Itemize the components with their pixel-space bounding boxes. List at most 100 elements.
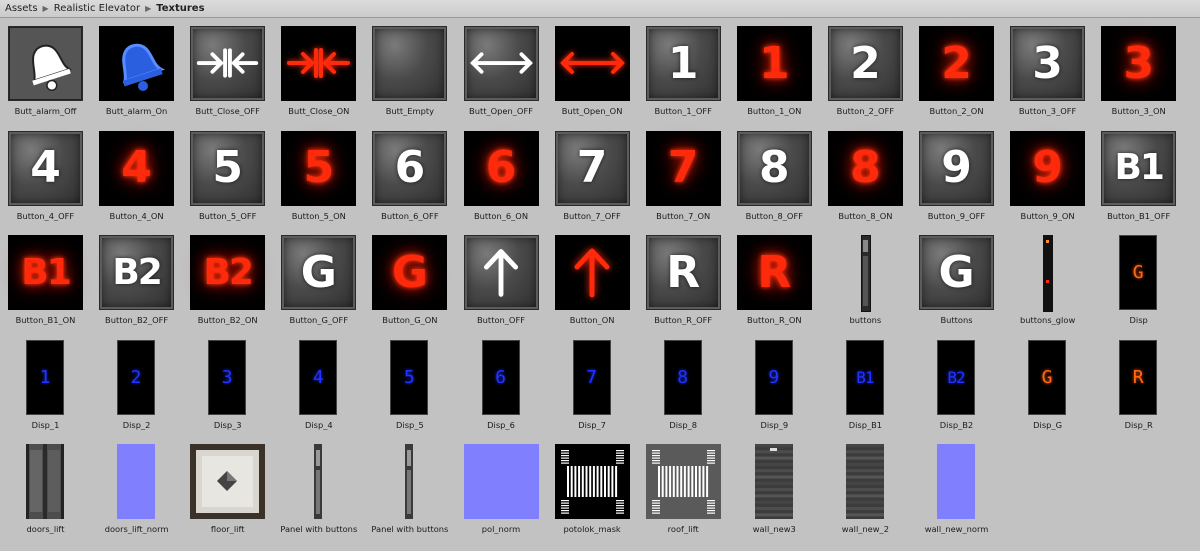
asset-label: Disp_6 [487,419,515,430]
asset-label: Disp_7 [578,419,606,430]
asset-butt-empty[interactable]: Butt_Empty [364,19,455,124]
asset-butt-alarm-off[interactable]: Butt_alarm_Off [0,19,91,124]
asset-disp-4[interactable]: 4 Disp_4 [273,333,364,438]
asset-disp[interactable]: G Disp [1093,228,1184,333]
asset-thumbnail: 1 [8,339,83,415]
asset-thumbnail: 8 [736,130,812,206]
asset-disp-r[interactable]: R Disp_R [1093,333,1184,438]
asset-label: wall_new3 [752,524,796,534]
asset-buttons[interactable]: G Buttons [911,228,1002,333]
asset-thumbnail: G [281,235,357,310]
asset-panel-with-buttons[interactable]: Panel with buttons [273,437,364,542]
asset-button-b2-off[interactable]: B2 Button_B2_OFF [91,228,182,333]
asset-disp-5[interactable]: 5 Disp_5 [364,333,455,438]
asset-label: pol_norm [481,524,521,534]
asset-button-2-on[interactable]: 2 Button_2_ON [911,19,1002,124]
asset-buttons[interactable]: buttons [820,228,911,333]
asset-button-on[interactable]: Button_ON [547,228,638,333]
asset-button-1-on[interactable]: 1 Button_1_ON [729,19,820,124]
asset-button-6-off[interactable]: 6 Button_6_OFF [364,124,455,229]
asset-thumbnail: 8 [827,130,903,206]
asset-butt-open-on[interactable]: Butt_Open_ON [547,19,638,124]
asset-label: Disp_B2 [939,419,974,430]
asset-disp-3[interactable]: 3 Disp_3 [182,333,273,438]
button-on-texture: R [736,235,812,310]
asset-doors-lift[interactable]: doors_lift [0,437,91,542]
button-glyph: 5 [212,142,243,193]
display-texture: 7 [572,339,611,415]
asset-label: Disp_1 [31,419,60,430]
display-glyph: 4 [312,366,324,388]
asset-wall-new-norm[interactable]: wall_new_norm [911,437,1002,542]
asset-button-g-on[interactable]: G Button_G_ON [364,228,455,333]
asset-potolok-mask[interactable]: potolok_mask [547,437,638,542]
asset-disp-7[interactable]: 7 Disp_7 [547,333,638,438]
asset-button-7-off[interactable]: 7 Button_7_OFF [547,124,638,229]
button-off-texture: B1 [1101,130,1177,206]
asset-button-5-off[interactable]: 5 Button_5_OFF [182,124,273,229]
asset-pol-norm[interactable]: pol_norm [456,437,547,542]
asset-button-8-on[interactable]: 8 Button_8_ON [820,124,911,229]
asset-disp-8[interactable]: 8 Disp_8 [638,333,729,438]
asset-label: buttons_glow [1019,315,1076,325]
display-glyph: 3 [221,366,233,388]
asset-disp-b2[interactable]: B2 Disp_B2 [911,333,1002,438]
asset-floor-lift[interactable]: floor_lift [182,437,273,542]
button-on-texture: 4 [99,130,175,206]
display-glyph: 9 [768,366,780,388]
asset-roof-lift[interactable]: roof_lift [638,437,729,542]
asset-button-3-off[interactable]: 3 Button_3_OFF [1002,19,1093,124]
asset-disp-6[interactable]: 6 Disp_6 [456,333,547,438]
asset-button-4-on[interactable]: 4 Button_4_ON [91,124,182,229]
asset-label: wall_new_norm [924,524,989,534]
asset-button-8-off[interactable]: 8 Button_8_OFF [729,124,820,229]
asset-wall-new3[interactable]: wall_new3 [729,437,820,542]
asset-button-b1-on[interactable]: B1 Button_B1_ON [0,228,91,333]
asset-butt-close-on[interactable]: Butt_Close_ON [273,19,364,124]
asset-thumbnail: 6 [464,339,539,415]
asset-wall-new-2[interactable]: wall_new_2 [820,437,911,542]
asset-thumbnail: B2 [190,235,266,310]
asset-disp-1[interactable]: 1 Disp_1 [0,333,91,438]
asset-disp-b1[interactable]: B1 Disp_B1 [820,333,911,438]
asset-doors-lift-norm[interactable]: doors_lift_norm [91,437,182,542]
asset-button-7-on[interactable]: 7 Button_7_ON [638,124,729,229]
asset-disp-9[interactable]: 9 Disp_9 [729,333,820,438]
asset-butt-close-off[interactable]: Butt_Close_OFF [182,19,273,124]
asset-label: buttons [849,315,882,325]
asset-label: Button_3_ON [1111,106,1166,116]
button-glyph: B2 [112,251,162,293]
asset-button-off[interactable]: Button_OFF [456,228,547,333]
asset-label: roof_lift [667,524,699,534]
button-on-texture: G [372,235,448,310]
asset-button-9-on[interactable]: 9 Button_9_ON [1002,124,1093,229]
button-on-texture: B2 [190,235,266,310]
asset-disp-2[interactable]: 2 Disp_2 [91,333,182,438]
asset-label: Button_OFF [476,315,525,325]
asset-label: Butt_Open_ON [561,106,623,116]
ceiling-mask-icon [554,444,630,519]
asset-button-r-off[interactable]: R Button_R_OFF [638,228,729,333]
asset-button-b2-on[interactable]: B2 Button_B2_ON [182,228,273,333]
breadcrumb-realistic-elevator[interactable]: Realistic Elevator [54,3,140,14]
asset-thumbnail [554,444,630,519]
asset-button-g-off[interactable]: G Button_G_OFF [273,228,364,333]
asset-disp-g[interactable]: G Disp_G [1002,333,1093,438]
asset-button-b1-off[interactable]: B1 Button_B1_OFF [1093,124,1184,229]
asset-button-3-on[interactable]: 3 Button_3_ON [1093,19,1184,124]
asset-buttons-glow[interactable]: buttons_glow [1002,228,1093,333]
asset-butt-open-off[interactable]: Butt_Open_OFF [456,19,547,124]
asset-butt-alarm-on[interactable]: Butt_alarm_On [91,19,182,124]
asset-thumbnail: 3 [190,339,265,415]
asset-button-9-off[interactable]: 9 Button_9_OFF [911,124,1002,229]
asset-button-5-on[interactable]: 5 Button_5_ON [273,124,364,229]
asset-thumbnail: B1 [1101,130,1177,206]
asset-button-2-off[interactable]: 2 Button_2_OFF [820,19,911,124]
breadcrumb-assets[interactable]: Assets [5,3,38,14]
asset-button-6-on[interactable]: 6 Button_6_ON [456,124,547,229]
asset-button-1-off[interactable]: 1 Button_1_OFF [638,19,729,124]
asset-button-r-on[interactable]: R Button_R_ON [729,228,820,333]
display-texture: 3 [208,339,247,415]
asset-button-4-off[interactable]: 4 Button_4_OFF [0,124,91,229]
asset-panel-with-buttons[interactable]: Panel with buttons [364,437,455,542]
